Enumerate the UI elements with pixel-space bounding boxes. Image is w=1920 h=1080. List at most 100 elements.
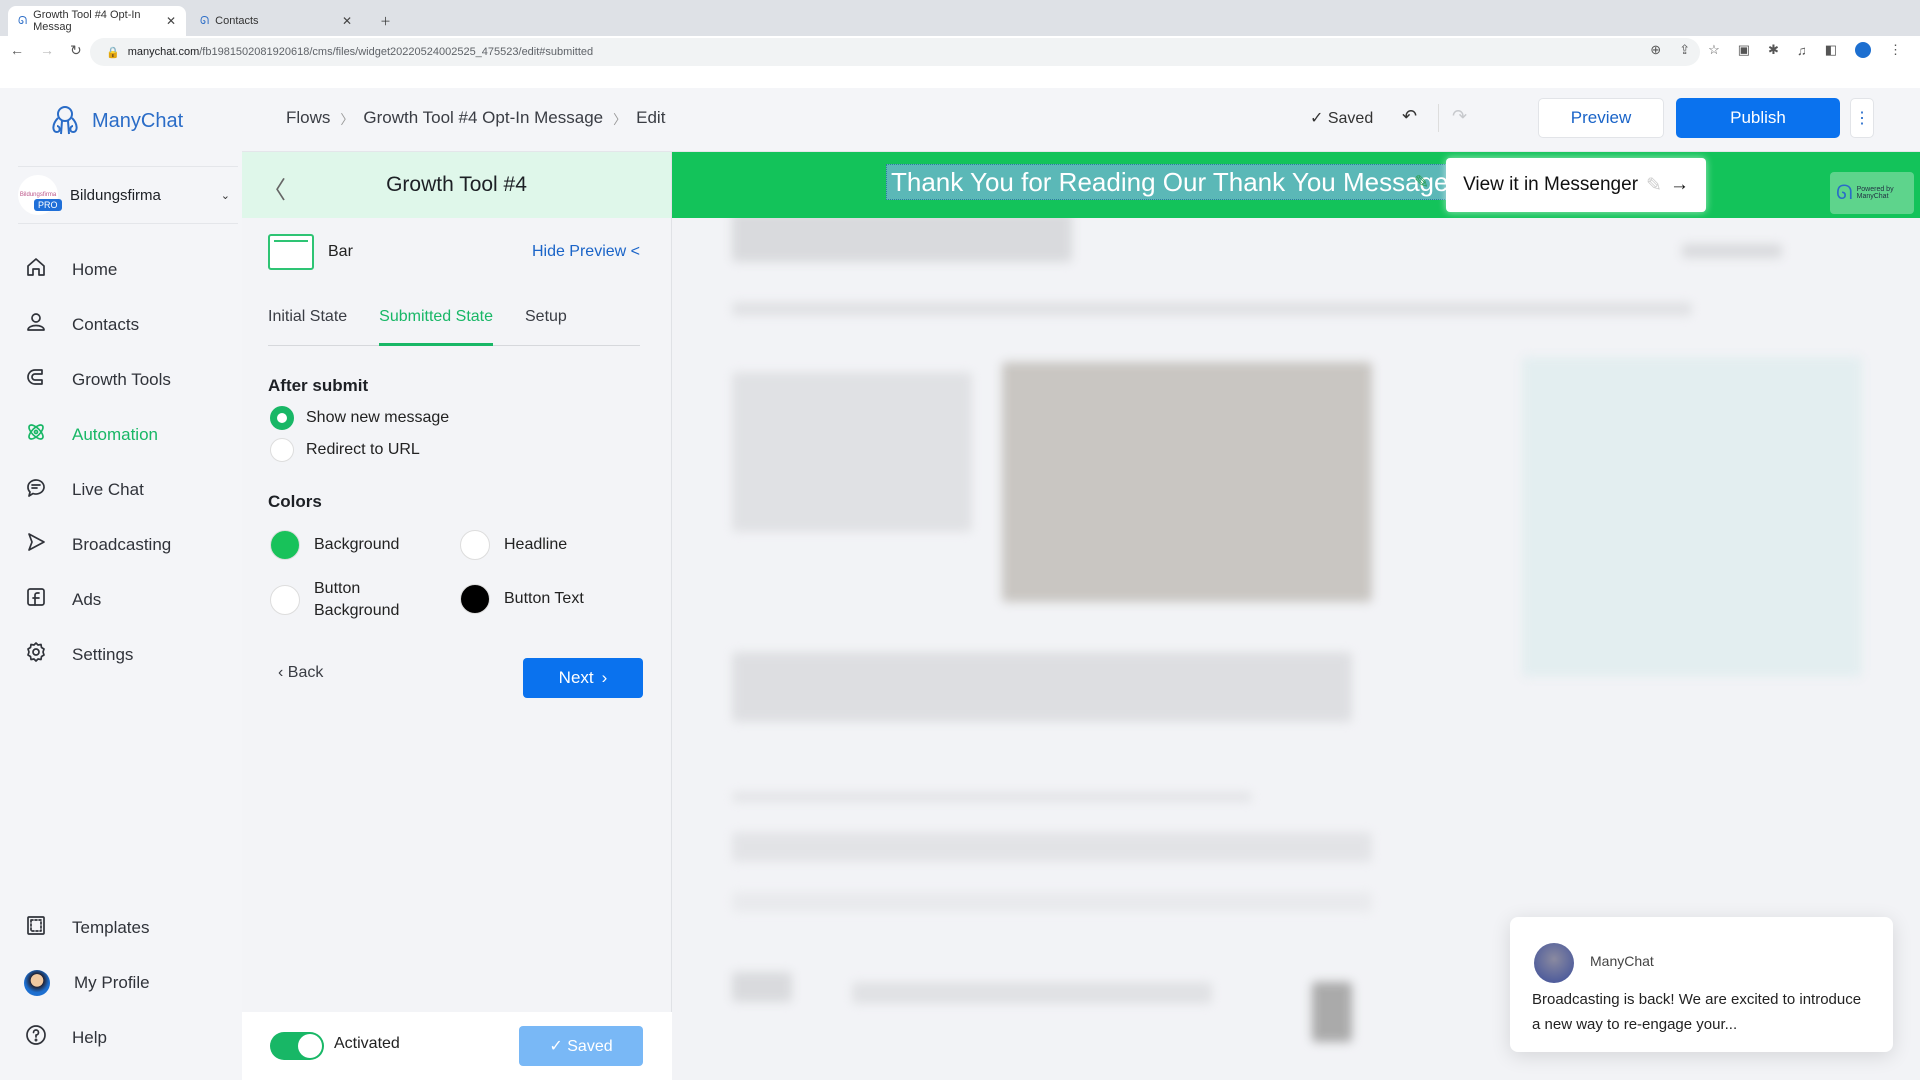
media-icon[interactable]: ♫ (1797, 43, 1807, 58)
color-headline[interactable]: Headline (460, 530, 567, 560)
help-icon (24, 1023, 48, 1052)
bar-widget-icon (268, 234, 314, 270)
sidebar-item-label: My Profile (74, 972, 150, 992)
brand-name: ManyChat (92, 109, 184, 132)
after-submit-heading: After submit (268, 376, 369, 395)
back-button[interactable]: ‹ Back (278, 664, 323, 682)
contacts-icon (24, 310, 48, 339)
chevron-left-icon[interactable]: 〈 (262, 170, 286, 205)
color-swatch[interactable] (460, 530, 490, 560)
sidebar-item-automation[interactable]: Automation (24, 407, 171, 462)
messenger-button-label: View it in Messenger (1463, 174, 1639, 195)
sidebar-item-label: Help (72, 1027, 107, 1047)
tab-title: Contacts (215, 15, 259, 27)
radio-redirect-to-url[interactable]: Redirect to URL (270, 438, 420, 462)
breadcrumb-growth-tool[interactable]: Growth Tool #4 Opt-In Message (363, 108, 603, 128)
color-swatch[interactable] (460, 584, 490, 614)
panel-footer: Activated ✓ Saved (242, 1012, 672, 1080)
breadcrumb-flows[interactable]: Flows (286, 108, 330, 128)
sidebar-item-broadcasting[interactable]: Broadcasting (24, 517, 171, 572)
growth-tool-editor-panel: 〈 Growth Tool #4 Bar Hide Preview < Init… (242, 152, 672, 1080)
next-button[interactable]: Next › (523, 658, 643, 698)
reload-icon[interactable]: ↻ (70, 42, 82, 59)
panel-title: Growth Tool #4 (386, 173, 527, 196)
panel-header: 〈 Growth Tool #4 (242, 152, 671, 218)
publish-button[interactable]: Publish (1676, 98, 1840, 138)
sidepanel-icon[interactable]: ◧ (1825, 42, 1837, 58)
chevron-left-icon: ‹ (278, 664, 288, 681)
chevron-down-icon: ⌄ (220, 189, 230, 202)
sidebar-item-home[interactable]: Home (24, 242, 171, 297)
send-icon (24, 530, 48, 559)
chat-notification[interactable]: ManyChat Broadcasting is back! We are ex… (1510, 917, 1893, 1052)
saved-button[interactable]: ✓ Saved (519, 1026, 643, 1066)
more-options-icon[interactable]: ⋮ (1850, 98, 1874, 138)
bar-headline-input[interactable]: Thank You for Reading Our Thank You Mess… (886, 164, 1461, 200)
browser-tab-contacts[interactable]: ᘏ Contacts ✕ (190, 6, 362, 36)
sidebar-item-help[interactable]: Help (24, 1010, 150, 1065)
blurred-paragraph (732, 652, 1352, 722)
powered-by-badge[interactable]: ᘏ Powered by ManyChat (1830, 172, 1914, 214)
sidebar-item-settings[interactable]: Settings (24, 627, 171, 682)
tab-initial-state[interactable]: Initial State (268, 304, 347, 346)
browser-menu-icon[interactable]: ⋮ (1889, 42, 1902, 58)
close-tab-icon[interactable]: ✕ (166, 14, 176, 28)
color-swatch[interactable] (270, 530, 300, 560)
blurred-paragraph (732, 892, 1372, 912)
undo-icon[interactable]: ↶ (1402, 106, 1417, 127)
profile-avatar[interactable] (1855, 42, 1871, 58)
activated-label: Activated (334, 1035, 400, 1052)
preview-button[interactable]: Preview (1538, 98, 1664, 138)
lock-icon: 🔒 (106, 46, 120, 59)
sidebar-item-label: Home (72, 259, 118, 279)
automation-icon (24, 420, 48, 449)
facebook-extension-icon[interactable]: ▣ (1738, 42, 1750, 58)
radio-selected-icon (270, 406, 294, 430)
extensions-puzzle-icon[interactable]: ✱ (1768, 42, 1779, 58)
browser-tab-growth-tool[interactable]: ᘏ Growth Tool #4 Opt-In Messag ✕ (8, 6, 186, 36)
templates-icon (24, 913, 48, 942)
back-label: Back (287, 664, 324, 681)
blurred-site-logo (732, 212, 1072, 262)
url-host: manychat.com (127, 46, 200, 58)
view-in-messenger-button[interactable]: View it in Messenger ✎ → (1446, 158, 1706, 212)
url-input[interactable]: 🔒 manychat.com/fb1981502081920618/cms/fi… (90, 38, 1700, 66)
activated-toggle[interactable] (270, 1032, 324, 1060)
account-switcher[interactable]: Bildungsfirma PRO Bildungsfirma ⌄ (18, 166, 238, 224)
sidebar-item-growth-tools[interactable]: Growth Tools (24, 352, 171, 407)
color-swatch[interactable] (270, 585, 300, 615)
breadcrumb-separator-icon: 〉 (340, 111, 354, 127)
blurred-content (1682, 244, 1782, 258)
close-tab-icon[interactable]: ✕ (342, 14, 352, 28)
radio-show-new-message[interactable]: Show new message (270, 406, 449, 430)
sidebar-item-my-profile[interactable]: My Profile (24, 955, 150, 1010)
arrow-right-icon: → (1669, 174, 1689, 195)
color-label: Button Text (504, 590, 584, 607)
hide-preview-link[interactable]: Hide Preview < (532, 243, 640, 261)
manychat-logo[interactable]: ManyChat (48, 104, 183, 138)
tab-setup[interactable]: Setup (525, 304, 567, 346)
share-icon[interactable]: ⇪ (1679, 42, 1690, 58)
pencil-icon[interactable]: ✎ (1646, 174, 1662, 197)
forward-arrow-icon[interactable]: → (40, 42, 54, 59)
tab-title: Growth Tool #4 Opt-In Messag (33, 9, 141, 33)
gear-icon (24, 640, 48, 669)
sidebar-item-templates[interactable]: Templates (24, 900, 150, 955)
zoom-icon[interactable]: ⊕ (1650, 42, 1661, 58)
bookmark-star-icon[interactable]: ☆ (1708, 42, 1720, 58)
sidebar-item-live-chat[interactable]: Live Chat (24, 462, 171, 517)
sidebar-item-label: Ads (72, 589, 102, 609)
sidebar-item-ads[interactable]: Ads (24, 572, 171, 627)
color-button-text[interactable]: Button Text (460, 584, 584, 614)
blurred-article-text (732, 372, 972, 532)
color-button-background[interactable]: Button Background (270, 578, 404, 622)
tab-submitted-state[interactable]: Submitted State (379, 304, 493, 346)
new-tab-button[interactable]: ＋ (370, 6, 401, 36)
pencil-icon[interactable]: ✎ (1414, 172, 1429, 193)
back-arrow-icon[interactable]: ← (10, 42, 24, 59)
redo-icon[interactable]: ↷ (1452, 106, 1467, 127)
color-background[interactable]: Background (270, 530, 399, 560)
sidebar-item-contacts[interactable]: Contacts (24, 297, 171, 352)
home-icon (24, 255, 48, 284)
chat-icon (24, 475, 48, 504)
